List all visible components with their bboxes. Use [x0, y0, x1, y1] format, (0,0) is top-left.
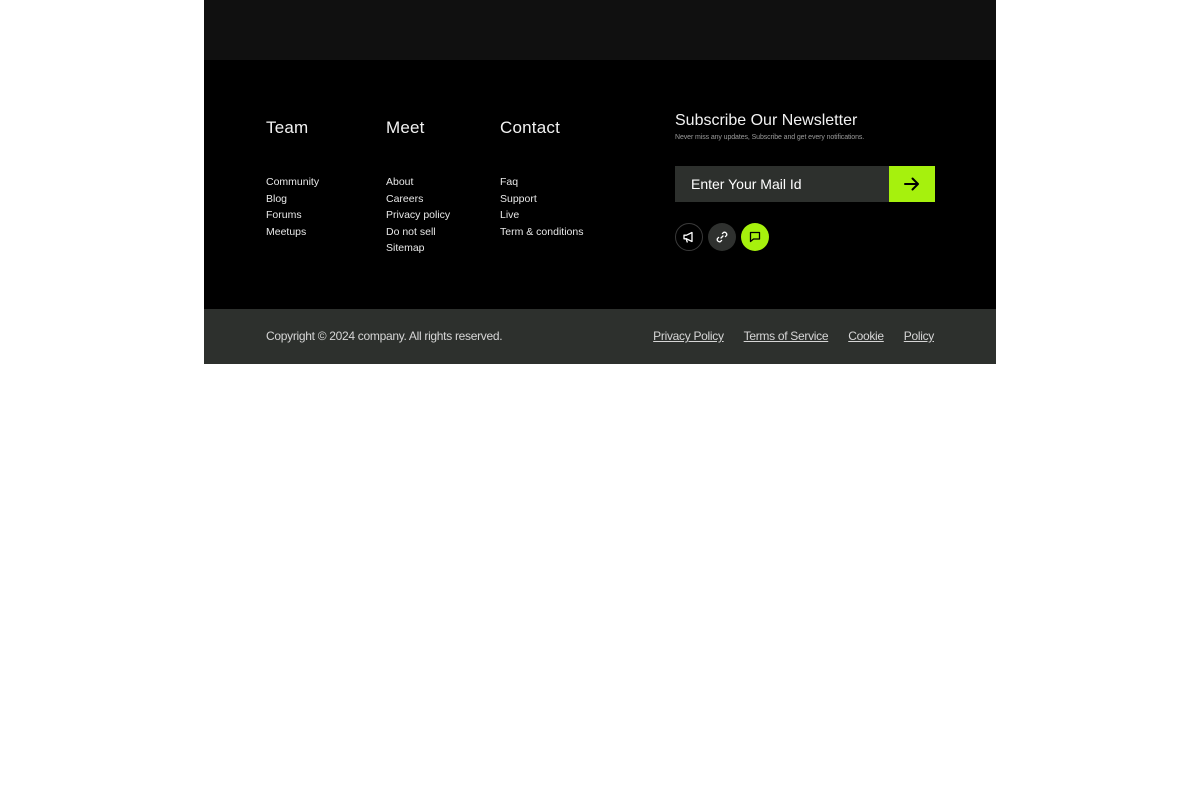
legal-link-policy[interactable]: Policy — [904, 329, 935, 343]
megaphone-icon — [683, 231, 693, 243]
social-links — [675, 223, 769, 251]
link-support[interactable]: Support — [500, 193, 537, 205]
legal-links: Privacy Policy Terms of Service Cookie P… — [653, 329, 934, 343]
column-title-contact: Contact — [500, 118, 560, 137]
link-meetups[interactable]: Meetups — [266, 226, 306, 238]
subscribe-button[interactable] — [889, 166, 935, 202]
link-terms-conditions[interactable]: Term & conditions — [500, 226, 583, 238]
column-team: Team Community Blog Forums Meetups — [266, 118, 319, 238]
link-forums[interactable]: Forums — [266, 209, 302, 221]
link-blog[interactable]: Blog — [266, 193, 287, 205]
newsletter: Subscribe Our Newsletter Never miss any … — [675, 111, 937, 251]
social-link-button[interactable] — [708, 223, 736, 251]
legal-link-privacy-policy[interactable]: Privacy Policy — [653, 329, 724, 343]
link-community[interactable]: Community — [266, 176, 319, 188]
legal-link-terms-of-service[interactable]: Terms of Service — [744, 329, 829, 343]
bottom-bar: Copyright © 2024 company. All rights res… — [204, 309, 996, 364]
link-faq[interactable]: Faq — [500, 176, 518, 188]
link-do-not-sell[interactable]: Do not sell — [386, 226, 436, 238]
footer-section: Team Community Blog Forums Meetups Meet … — [204, 0, 996, 364]
column-links-contact: Faq Support Live Term & conditions — [500, 174, 660, 240]
column-meet: Meet About Careers Privacy policy Do not… — [386, 118, 450, 254]
social-chat-button[interactable] — [741, 223, 769, 251]
chat-icon — [749, 231, 761, 243]
legal-link-cookie[interactable]: Cookie — [848, 329, 884, 343]
top-band — [204, 0, 996, 60]
link-about[interactable]: About — [386, 176, 413, 188]
column-title-meet: Meet — [386, 118, 425, 137]
link-careers[interactable]: Careers — [386, 193, 423, 205]
link-live[interactable]: Live — [500, 209, 519, 221]
link-icon — [716, 231, 728, 243]
link-privacy-policy[interactable]: Privacy policy — [386, 209, 450, 221]
social-megaphone-button[interactable] — [675, 223, 703, 251]
newsletter-title: Subscribe Our Newsletter — [675, 112, 858, 129]
column-contact: Contact Faq Support Live Term & conditio… — [500, 118, 583, 238]
arrow-right-icon — [904, 177, 919, 191]
column-title-team: Team — [266, 118, 309, 137]
link-sitemap[interactable]: Sitemap — [386, 242, 425, 254]
copyright-text: Copyright © 2024 company. All rights res… — [266, 329, 503, 343]
newsletter-subtitle: Never miss any updates, Subscribe and ge… — [675, 134, 865, 141]
email-input[interactable] — [675, 166, 889, 202]
newsletter-form — [675, 166, 935, 202]
